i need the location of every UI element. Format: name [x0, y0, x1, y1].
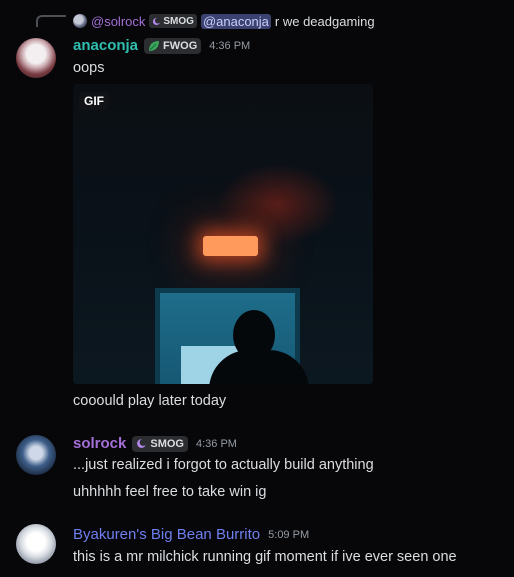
avatar[interactable]: [16, 524, 56, 564]
gif-lamp: [203, 236, 258, 256]
reply-guild-tag[interactable]: SMOG: [149, 14, 197, 28]
gif-badge: GIF: [79, 92, 109, 110]
reply-avatar[interactable]: [73, 14, 87, 28]
reply-preview[interactable]: @solrock SMOG @anaconja r we deadgaming: [73, 12, 375, 30]
message-header: Byakuren's Big Bean Burrito 5:09 PM: [73, 526, 309, 543]
moon-icon: [153, 17, 162, 25]
message-text: ...just realized i forgot to actually bu…: [73, 457, 374, 473]
username[interactable]: anaconja: [73, 37, 138, 54]
timestamp[interactable]: 4:36 PM: [209, 40, 250, 52]
reply-mention[interactable]: @anaconja: [200, 13, 271, 29]
guild-tag-label: SMOG: [150, 437, 184, 450]
timestamp[interactable]: 5:09 PM: [268, 529, 309, 541]
reply-tag-label: SMOG: [163, 15, 194, 27]
reply-spine: [36, 15, 66, 27]
guild-tag[interactable]: FWOG: [144, 37, 202, 54]
username[interactable]: Byakuren's Big Bean Burrito: [73, 526, 260, 543]
reply-username[interactable]: @solrock: [91, 14, 145, 29]
message-text: this is a mr milchick running gif moment…: [73, 549, 457, 565]
reply-text[interactable]: r we deadgaming: [275, 14, 375, 29]
gif-person-head: [233, 310, 275, 360]
avatar[interactable]: [16, 38, 56, 78]
timestamp[interactable]: 4:36 PM: [196, 438, 237, 450]
message-text: oops: [73, 60, 105, 76]
message-text: cooould play later today: [73, 393, 227, 409]
moon-icon: [137, 438, 148, 448]
gif-embed[interactable]: GIF: [73, 84, 373, 384]
message-header: solrock SMOG 4:36 PM: [73, 435, 237, 452]
leaf-icon: [149, 40, 160, 51]
avatar[interactable]: [16, 435, 56, 475]
message-text: uhhhhh feel free to take win ig: [73, 484, 267, 500]
guild-tag[interactable]: SMOG: [132, 435, 188, 452]
message-header: anaconja FWOG 4:36 PM: [73, 37, 250, 54]
guild-tag-label: FWOG: [163, 39, 198, 52]
username[interactable]: solrock: [73, 435, 126, 452]
